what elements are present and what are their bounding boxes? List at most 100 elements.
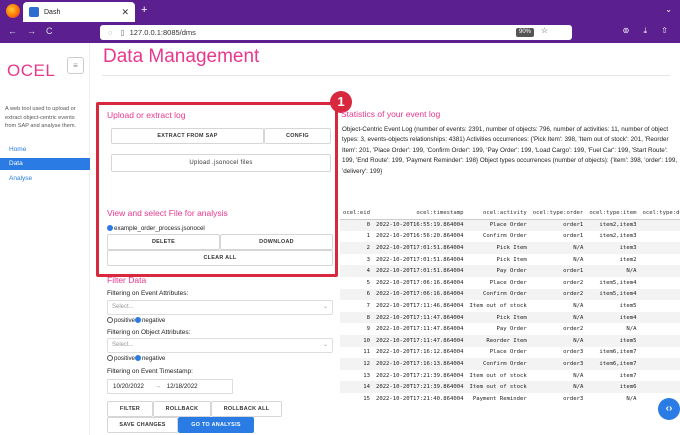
table-cell: 2022-10-20T17:01:51.864004: [375, 256, 464, 263]
sidebar-item-home[interactable]: Home: [0, 144, 90, 156]
forward-button[interactable]: →: [27, 26, 36, 36]
table-row[interactable]: 9 2022-10-20T17:11:47.864004 Pay Order orde…: [340, 323, 680, 335]
table-row[interactable]: 0 2022-10-20T16:55:19.864004 Place Order or…: [340, 219, 680, 231]
table-body: 0 2022-10-20T16:55:19.864004 Place Order or…: [340, 219, 680, 405]
table-cell: Pick Item: [496, 256, 527, 263]
table-header-cell[interactable]: ocel:eid: [340, 207, 373, 220]
scroll-arrows-icon[interactable]: ‹›: [658, 398, 680, 420]
rollback-all-button[interactable]: ROLLBACK ALL: [211, 401, 282, 417]
main-content: Data Management Upload or extract log EX…: [90, 43, 680, 435]
page-title: Data Management: [103, 46, 260, 67]
table-row[interactable]: 4 2022-10-20T17:01:51.864004 Pay Order orde…: [340, 265, 680, 277]
positive-label: positive: [114, 355, 135, 362]
new-tab-button[interactable]: +: [141, 4, 147, 16]
table-header-cell[interactable]: ocel:type:order: [529, 207, 587, 220]
table-header-cell[interactable]: ocel:activity: [466, 207, 530, 220]
favicon-icon: [29, 7, 39, 17]
table-row[interactable]: 14 2022-10-20T17:21:39.864004 Item out of …: [340, 381, 680, 393]
table-cell: item3: [586, 242, 640, 254]
event-attr-select[interactable]: Select... ⌄: [107, 300, 333, 315]
date-range-picker[interactable]: 10/20/2022 → 12/18/2022: [107, 379, 233, 394]
table-cell: N/: [639, 277, 680, 289]
table-cell: 14: [340, 381, 373, 393]
table-cell: N/A: [529, 311, 587, 324]
table-row[interactable]: 15 2022-10-20T17:21:40.864004 Payment Remi…: [340, 393, 680, 405]
divider: [102, 75, 670, 76]
table-cell: Pick Item: [466, 311, 530, 324]
table-cell: item5,item4: [599, 279, 637, 286]
table-cell: order2: [563, 279, 584, 286]
table-cell: order3: [563, 349, 584, 356]
reload-button[interactable]: C: [46, 26, 53, 36]
table-cell: Reorder Item: [466, 334, 530, 347]
radio-icon: [107, 355, 113, 361]
object-attr-label: Filtering on Object Attributes:: [107, 329, 191, 336]
table-row[interactable]: 11 2022-10-20T17:16:12.864004 Place Order o…: [340, 347, 680, 359]
radio-icon: [107, 317, 113, 323]
table-row[interactable]: 2 2022-10-20T17:01:51.864004 Pick Item N/A i…: [340, 242, 680, 254]
browser-tab[interactable]: Dash ✕: [23, 2, 135, 22]
table-cell: Confirm Order: [483, 233, 527, 240]
table-header-cell[interactable]: ocel:type:delivery: [639, 207, 680, 220]
object-polarity-radio[interactable]: positive negative: [107, 355, 165, 362]
toolbar-icons[interactable]: ⊚ ⤓ ⇧: [623, 26, 674, 36]
sidebar-item-data[interactable]: Data: [0, 158, 90, 170]
table-row[interactable]: 5 2022-10-20T17:06:16.864004 Place Order or…: [340, 277, 680, 289]
table-cell: N/: [639, 254, 680, 266]
nav-bar: ← → C ◌ ▯ 127.0.0.1:8085/dms 90% ☆ ⊚ ⤓ ⇧: [0, 22, 680, 43]
table-cell: item5,item4: [586, 288, 640, 301]
table-cell: N/: [639, 300, 680, 312]
url-text: 127.0.0.1:8085/dms: [129, 28, 196, 37]
bookmark-star-icon[interactable]: ☆: [541, 26, 548, 35]
table-row[interactable]: 6 2022-10-20T17:06:16.864004 Confirm Order…: [340, 288, 680, 301]
table-cell: N/: [639, 347, 680, 359]
annotation-highlight-box: [96, 102, 338, 277]
table-cell: order2: [529, 288, 587, 301]
table-cell: Item out of stock: [469, 372, 527, 379]
save-changes-button[interactable]: SAVE CHANGES: [107, 417, 178, 433]
table-cell: 2022-10-20T16:56:20.864004: [375, 233, 464, 240]
go-to-analysis-button[interactable]: GO TO ANALYSIS: [178, 417, 254, 433]
table-cell: order3: [563, 395, 584, 402]
table-cell: Payment Reminder: [472, 395, 527, 402]
table-row[interactable]: 8 2022-10-20T17:11:47.864004 Pick Item N/A i…: [340, 311, 680, 324]
table-cell: item2,item3: [586, 219, 640, 231]
table-cell: N/: [639, 265, 680, 277]
sidebar-item-analyse[interactable]: Analyse: [0, 173, 90, 185]
close-tab-icon[interactable]: ✕: [121, 7, 129, 18]
table-cell: 2022-10-20T17:11:47.864004: [372, 311, 467, 324]
table-cell: 2022-10-20T17:16:13.864004: [372, 358, 467, 370]
filter-button[interactable]: FILTER: [107, 401, 153, 417]
table-row[interactable]: 7 2022-10-20T17:11:46.864004 Item out of s…: [340, 300, 680, 312]
rollback-button[interactable]: ROLLBACK: [153, 401, 211, 417]
table-row[interactable]: 13 2022-10-20T17:21:39.864004 Item out of …: [340, 370, 680, 382]
table-cell: N/: [639, 231, 680, 243]
table-cell: N/: [639, 288, 680, 301]
table-row[interactable]: 10 2022-10-20T17:11:47.864004 Reorder Item…: [340, 334, 680, 347]
date-to: 12/18/2022: [166, 383, 198, 390]
event-table-container[interactable]: ocel:eid ocel:timestamp ocel:activity ocel:…: [340, 207, 680, 435]
back-button[interactable]: ←: [8, 26, 17, 36]
table-row[interactable]: 12 2022-10-20T17:16:13.864004 Confirm Orde…: [340, 358, 680, 370]
table-row[interactable]: 1 2022-10-20T16:56:20.864004 Confirm Order…: [340, 231, 680, 243]
table-cell: item2,item3: [599, 233, 637, 240]
object-attr-select[interactable]: Select... ⌄: [107, 338, 333, 353]
zoom-badge[interactable]: 90%: [515, 28, 534, 37]
table-cell: N/A: [529, 334, 587, 347]
table-cell: 2022-10-20T16:55:19.864004: [372, 219, 467, 231]
sidebar: OCEL ≡ A web tool used to upload or extr…: [0, 43, 90, 435]
table-cell: 1: [366, 233, 370, 240]
table-header-cell[interactable]: ocel:timestamp: [372, 207, 467, 220]
date-arrow-icon: →: [154, 383, 161, 390]
url-bar[interactable]: ◌ ▯ 127.0.0.1:8085/dms 90% ☆: [100, 25, 572, 40]
table-cell: Confirm Order: [466, 288, 530, 301]
table-cell: 13: [363, 372, 370, 379]
table-header-cell[interactable]: ocel:type:item: [586, 207, 640, 220]
table-cell: N/: [639, 358, 680, 370]
event-polarity-radio[interactable]: positive negative: [107, 317, 165, 324]
tab-list-icon[interactable]: ⌄: [665, 5, 672, 14]
table-row[interactable]: 3 2022-10-20T17:01:51.864004 Pick Item N/A i…: [340, 254, 680, 266]
menu-toggle-icon[interactable]: ≡: [67, 57, 84, 74]
radio-selected-icon: [134, 355, 141, 361]
table-cell: N/: [639, 370, 680, 382]
